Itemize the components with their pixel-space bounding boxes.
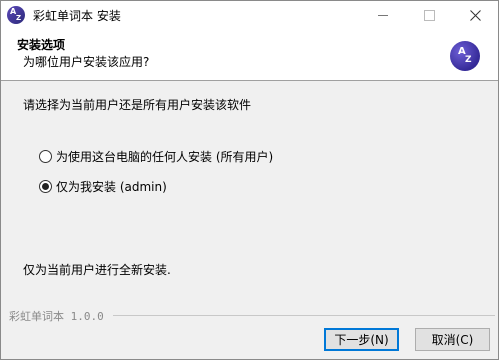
window-controls: [360, 1, 498, 29]
option-all-users-label[interactable]: 为使用这台电脑的任何人安装 (所有用户): [56, 148, 273, 165]
close-button[interactable]: [452, 1, 498, 29]
cancel-button[interactable]: 取消(C): [415, 328, 490, 351]
install-prompt: 请选择为当前用户还是所有用户安装该软件: [23, 98, 252, 112]
close-icon: [469, 9, 481, 21]
next-button[interactable]: 下一步(N): [324, 328, 399, 351]
footer-brand: 彩虹单词本 1.0.0: [9, 310, 104, 323]
page-subtitle: 为哪位用户安装该应用?: [23, 55, 150, 69]
footer-divider: [113, 315, 495, 316]
page-title: 安装选项: [17, 38, 66, 52]
app-logo: A Z: [450, 41, 480, 71]
radio-all-users[interactable]: [39, 150, 52, 163]
installer-window: 彩虹单词本 安装 安装选项 为哪位用户安装该应用? A Z 请选择为当前用户还是…: [0, 0, 499, 360]
maximize-button[interactable]: [406, 1, 452, 29]
window-title: 彩虹单词本 安装: [33, 8, 121, 23]
minimize-button[interactable]: [360, 1, 406, 29]
option-all-users[interactable]: 为使用这台电脑的任何人安装 (所有用户): [39, 148, 273, 165]
option-current-user[interactable]: 仅为我安装 (admin): [39, 178, 167, 195]
radio-current-user[interactable]: [39, 180, 52, 193]
title-bar: 彩虹单词本 安装: [1, 1, 498, 29]
content-area: 请选择为当前用户还是所有用户安装该软件 为使用这台电脑的任何人安装 (所有用户)…: [1, 82, 498, 302]
logo-letter-z: Z: [465, 55, 472, 65]
app-icon: [7, 6, 25, 24]
install-info: 仅为当前用户进行全新安装.: [23, 263, 171, 277]
page-header: 安装选项 为哪位用户安装该应用? A Z: [1, 29, 498, 81]
option-current-user-label[interactable]: 仅为我安装 (admin): [56, 178, 167, 195]
